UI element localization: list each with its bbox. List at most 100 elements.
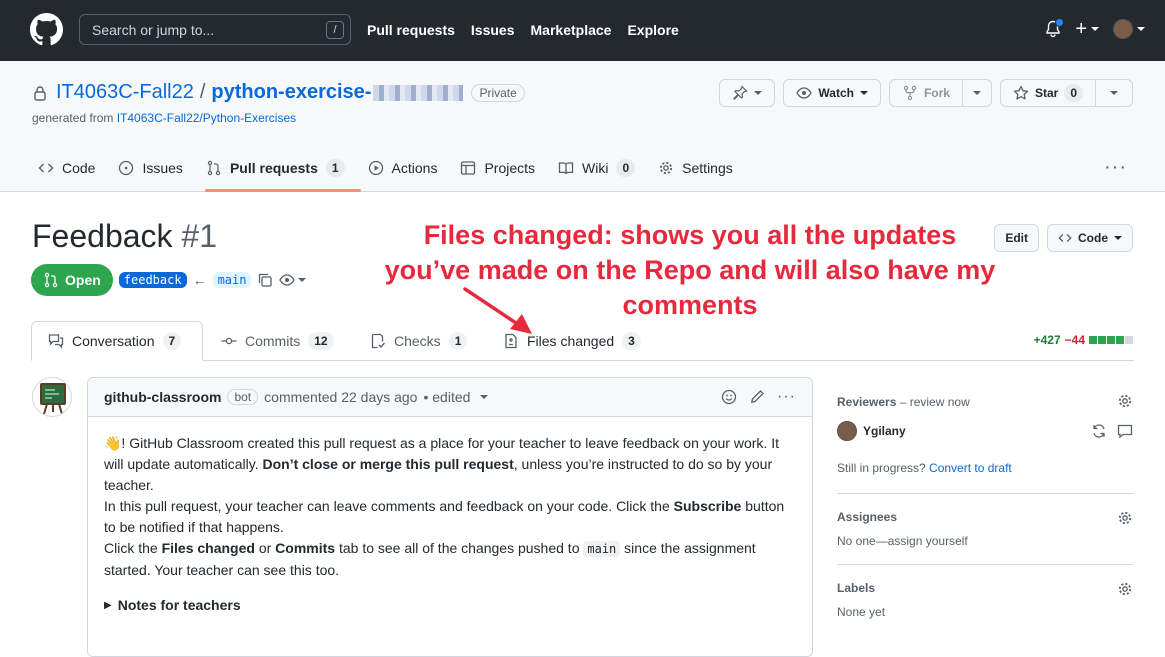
chevron-down-icon [298,278,307,282]
pin-button[interactable] [719,79,776,107]
assignees-title[interactable]: Assignees [837,510,1133,524]
nav-explore[interactable]: Explore [627,22,678,38]
nav-pull-requests[interactable]: Pull requests [367,22,455,38]
code-dropdown-button[interactable]: Code [1047,224,1133,252]
tab-pull-requests[interactable]: Pull requests 1 [206,158,345,178]
pull-requests-count: 1 [325,159,345,177]
fork-button[interactable]: Fork [888,79,992,107]
github-logo-icon[interactable] [30,13,63,46]
repo-header: IT4063C-Fall22 / python-exercise- Privat… [0,61,1165,192]
watch-button[interactable]: Watch [783,79,881,107]
labels-title[interactable]: Labels [837,581,1133,595]
reviewer-name[interactable]: Ygilany [863,424,906,438]
repo-tabs: Code Issues Pull requests 1 Actions Proj… [38,158,733,178]
reviewers-title[interactable]: Reviewers [837,395,896,409]
base-branch[interactable]: main [212,272,252,288]
tab-checks[interactable]: Checks 1 [354,321,483,361]
gear-icon[interactable] [1117,510,1133,526]
tab-code[interactable]: Code [38,158,95,178]
tab-commits[interactable]: Commits 12 [205,321,350,361]
more-options-icon[interactable]: ··· [1104,157,1127,177]
chevron-down-icon [1091,27,1099,31]
reviewers-section: Reviewers – review now Ygilany Still in … [837,377,1133,494]
bot-avatar[interactable] [32,377,72,417]
pencil-icon[interactable] [749,389,765,405]
tab-files-changed[interactable]: Files changed 3 [487,321,657,361]
eye-icon [279,274,296,286]
comment-paragraph-3: Click the Files changed or Commits tab t… [104,538,796,581]
gear-icon[interactable] [1117,581,1133,597]
tab-wiki[interactable]: Wiki 0 [558,158,636,178]
tab-settings-label: Settings [682,160,733,176]
edited-dropdown[interactable]: • edited [423,389,470,405]
pull-request-icon [44,272,58,288]
search-placeholder: Search or jump to... [92,22,215,38]
create-new-dropdown[interactable]: + [1075,19,1099,39]
assign-yourself-link[interactable]: assign yourself [888,534,968,548]
comment-bold: Commits [275,540,336,556]
tab-issues[interactable]: Issues [118,158,183,178]
comment-header: github-classroom bot commented 22 days a… [88,378,812,417]
star-button[interactable]: Star 0 [999,79,1133,107]
comment-text: or [254,540,276,556]
view-options[interactable] [279,272,307,288]
watch-button-inner: Watch [784,80,880,106]
tab-projects[interactable]: Projects [460,158,535,178]
commits-count: 12 [308,332,334,350]
pin-button-inner [720,80,774,106]
repo-owner-link[interactable]: IT4063C-Fall22 [56,81,194,104]
progress-text: Still in progress? [837,461,930,475]
user-menu[interactable] [1113,19,1145,39]
tab-checks-label: Checks [394,333,441,349]
comment-bold: Files changed [161,540,255,556]
annotation-line-1: Files changed: shows you all the updates [423,220,957,250]
notes-for-teachers-toggle[interactable]: ▶ Notes for teachers [104,595,796,616]
inline-code: main [583,541,621,557]
chevron-down-icon [1114,236,1122,240]
tab-projects-label: Projects [484,160,536,176]
fork-dropdown[interactable] [961,80,991,106]
chevron-down-icon [480,395,489,399]
star-label: Star [1034,86,1059,100]
tab-pull-requests-label: Pull requests [229,160,318,176]
comment-author-link[interactable]: github-classroom [104,389,221,405]
notifications-bell-icon[interactable] [1045,18,1065,38]
sync-icon[interactable] [1091,423,1107,439]
pr-sidebar: Reviewers – review now Ygilany Still in … [837,377,1133,635]
lock-icon [34,85,46,101]
code-icon [38,163,54,173]
status-badge: Open [31,264,113,296]
issue-icon [119,160,134,176]
tab-settings[interactable]: Settings [658,158,733,178]
template-repo-link[interactable]: IT4063C-Fall22/Python-Exercises [117,111,296,125]
repo-title: IT4063C-Fall22 / python-exercise- Privat… [32,81,525,104]
chevron-down-icon [859,91,868,95]
reviewer-row: Ygilany [837,421,1133,441]
comment-text: Click the [104,540,162,556]
tab-conversation[interactable]: Conversation 7 [31,321,203,361]
search-input[interactable]: Search or jump to... / [79,14,351,45]
table-icon [461,161,476,175]
kebab-icon[interactable]: ··· [777,389,796,405]
gear-icon[interactable] [1117,393,1133,409]
avatar[interactable] [837,421,857,441]
copy-icon[interactable] [257,272,273,288]
draft-hint: Still in progress? Convert to draft [837,461,1133,475]
convert-to-draft-link[interactable]: Convert to draft [929,461,1012,475]
tab-actions-label: Actions [391,160,438,176]
smiley-icon[interactable] [721,389,737,405]
star-dropdown[interactable] [1095,80,1132,106]
comment-meta[interactable]: commented 22 days ago [264,389,417,405]
nav-issues[interactable]: Issues [471,22,515,38]
annotation-callout: Files changed: shows you all the updates… [345,218,1035,323]
visibility-badge: Private [471,83,525,102]
tab-actions[interactable]: Actions [368,158,438,178]
diffstat-blocks [1089,336,1133,344]
comment-actions: ··· [721,389,796,405]
tab-files-changed-label: Files changed [527,333,615,349]
repo-name-link[interactable]: python-exercise- [211,81,371,104]
comment-card: github-classroom bot commented 22 days a… [87,377,813,657]
head-branch[interactable]: feedback [118,272,187,288]
nav-marketplace[interactable]: Marketplace [531,22,612,38]
comment-icon[interactable] [1117,423,1133,439]
